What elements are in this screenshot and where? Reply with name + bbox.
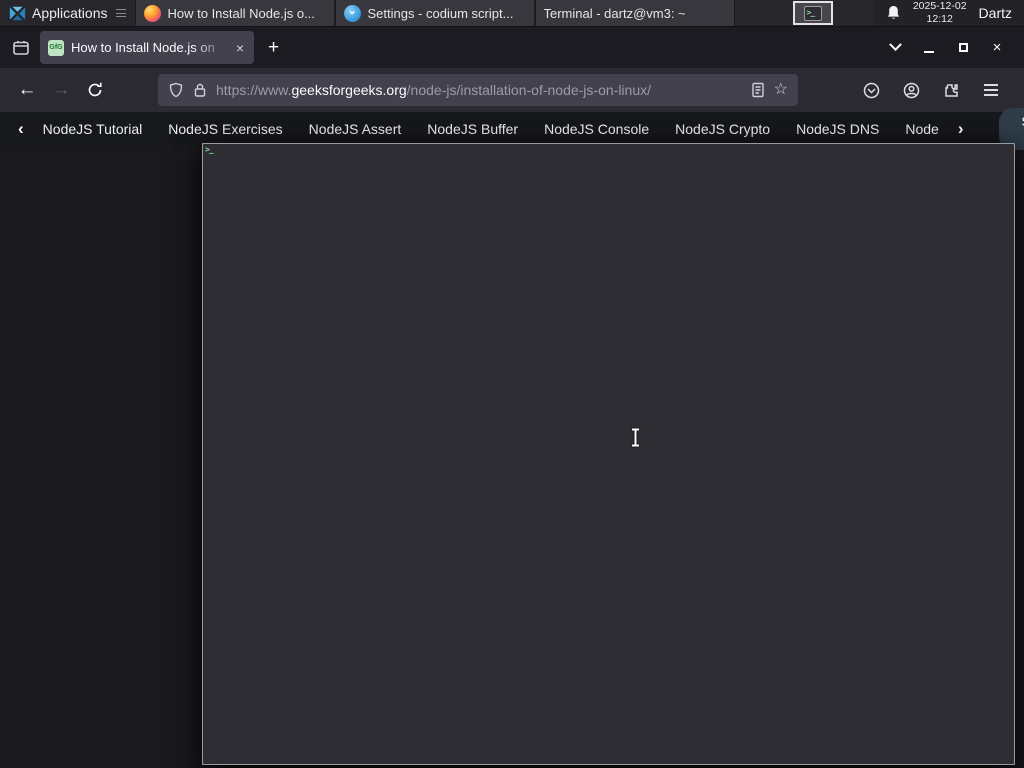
- subnav-link[interactable]: Node: [905, 121, 938, 137]
- back-button[interactable]: ←: [10, 74, 44, 106]
- taskbar-window-label: How to Install Node.js o...: [167, 5, 315, 21]
- window-icon: [343, 4, 361, 22]
- firefox-toolbar: ← → https://www.geeksforgeeks.org/node-j…: [0, 68, 1024, 112]
- menu-lines-icon: [115, 9, 126, 17]
- user-menu[interactable]: Dartz: [979, 5, 1012, 21]
- taskbar-window-button[interactable]: Settings - codium script...: [334, 0, 535, 26]
- subnav-link[interactable]: NodeJS Buffer: [427, 121, 518, 137]
- desktop: Applications How to Install Node.js o...…: [0, 0, 1024, 768]
- taskbar-window-label: Terminal - dartz@vm3: ~: [543, 5, 686, 21]
- lock-icon[interactable]: [192, 82, 208, 98]
- firefox-view-icon[interactable]: [12, 39, 30, 57]
- distro-logo-icon: [9, 6, 26, 20]
- subnav-link[interactable]: NodeJS DNS: [796, 121, 879, 137]
- subnav-prev-icon[interactable]: ‹: [18, 119, 24, 139]
- maximize-button[interactable]: [946, 34, 980, 62]
- list-tabs-icon[interactable]: [878, 34, 912, 62]
- reader-mode-icon[interactable]: [750, 82, 766, 98]
- taskbar-window-button[interactable]: Terminal - dartz@vm3: ~: [202, 0, 1015, 765]
- subnav-link[interactable]: NodeJS Crypto: [675, 121, 770, 137]
- bookmark-star-icon[interactable]: ☆: [774, 82, 788, 98]
- firefox-tab-bar: GfG How to Install Node.js on × + ×: [0, 27, 1024, 68]
- extensions-puzzle-icon[interactable]: [936, 75, 966, 105]
- gfg-subnav: ‹ NodeJS Tutorial NodeJS Exercises NodeJS …: [0, 107, 1024, 150]
- taskbar: How to Install Node.js o... Settings - c…: [134, 0, 1015, 765]
- subnav-link[interactable]: NodeJS Console: [544, 121, 649, 137]
- taskbar-window-button[interactable]: How to Install Node.js o...: [134, 0, 335, 26]
- clock[interactable]: 2025-12-02 12:12: [913, 0, 967, 25]
- taskbar-window-label: Settings - codium script...: [367, 5, 514, 21]
- workspace-switcher[interactable]: [792, 1, 833, 25]
- firefox-window-controls: ×: [878, 34, 1024, 62]
- tab-close-icon[interactable]: ×: [234, 40, 246, 56]
- new-tab-button[interactable]: +: [268, 37, 279, 59]
- workspace-terminal-mini-icon: [803, 5, 822, 21]
- subnav-link[interactable]: NodeJS Exercises: [168, 121, 282, 137]
- reload-button[interactable]: [78, 74, 112, 106]
- window-icon: [143, 4, 161, 22]
- url-text: https://www.geeksforgeeks.org/node-js/in…: [216, 82, 651, 98]
- clock-time: 12:12: [926, 13, 953, 25]
- browser-tab[interactable]: GfG How to Install Node.js on ×: [40, 31, 254, 64]
- subnav-link[interactable]: NodeJS Tutorial: [43, 121, 143, 137]
- hamburger-menu-icon[interactable]: [976, 75, 1006, 105]
- toolbar-icons: [856, 75, 1014, 105]
- forward-button[interactable]: →: [44, 74, 78, 106]
- top-panel: Applications How to Install Node.js o...…: [0, 0, 1024, 765]
- close-button[interactable]: ×: [980, 34, 1014, 62]
- applications-label: Applications: [32, 5, 108, 21]
- clock-date: 2025-12-02: [912, 0, 967, 13]
- account-icon[interactable]: [896, 75, 926, 105]
- i-beam-cursor: [632, 428, 639, 447]
- pocket-icon[interactable]: [856, 75, 886, 105]
- subnav-next-icon[interactable]: ›: [958, 119, 964, 139]
- minimize-button[interactable]: [912, 34, 946, 62]
- applications-menu-button[interactable]: Applications: [0, 0, 135, 26]
- gfg-favicon: GfG: [48, 39, 64, 56]
- url-bar[interactable]: https://www.geeksforgeeks.org/node-js/in…: [158, 74, 798, 106]
- tab-title: How to Install Node.js on: [71, 40, 215, 55]
- subnav-link[interactable]: NodeJS Assert: [309, 121, 402, 137]
- tracking-shield-icon[interactable]: [168, 82, 184, 98]
- system-tray: 2025-12-02 12:12 Dartz: [873, 0, 1024, 26]
- notification-bell-icon[interactable]: [886, 5, 901, 21]
- window-icon: [202, 143, 1015, 765]
